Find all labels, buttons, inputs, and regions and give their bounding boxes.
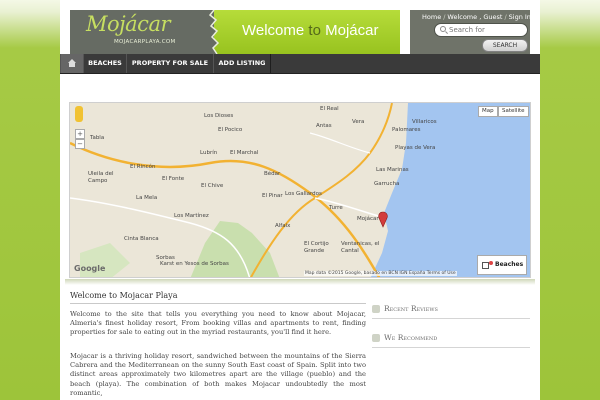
search-button[interactable]: SEARCH (482, 39, 528, 52)
map-place-los-dioses: Los Dioses (204, 113, 234, 119)
map-place-playas-de-vera: Playas de Vera (395, 145, 436, 151)
we-recommend-heading: We Recommend (372, 332, 530, 345)
map-place-villaricos: Villaricos (412, 119, 437, 125)
search-box[interactable] (434, 23, 528, 37)
sidebar-divider-2 (372, 347, 530, 348)
beaches-checkbox[interactable] (482, 262, 489, 269)
map-place-el-cortijo-grande: El Cortijo Grande (304, 241, 329, 254)
content-title: Welcome to Mojacar Playa (70, 291, 178, 300)
map-place-los-gallardos: Los Gallardos (285, 191, 322, 197)
map-place-cinta-blanca: Cinta Blanca (124, 236, 159, 242)
map-place-el-pinar: El Pinar (262, 193, 283, 199)
recommend-icon (372, 334, 380, 342)
zoom-in-button[interactable]: + (75, 129, 85, 139)
map-place-el-marchal: El Marchal (230, 150, 259, 156)
sidebar-divider (372, 318, 530, 319)
content-title-divider (70, 303, 366, 304)
map-place-antas: Antas (316, 123, 332, 129)
home-icon (68, 59, 76, 67)
user-panel: Home / Welcome , Guest / Sign In SEARCH (410, 10, 531, 54)
user-links: Home / Welcome , Guest / Sign In (422, 13, 531, 21)
map-place-ventanicas: Ventanicas, el Cantal (341, 241, 380, 254)
nav-item-property-for-sale[interactable]: PROPERTY FOR SALE (126, 54, 214, 73)
intro-paragraph: Welcome to the site that tells you every… (70, 310, 366, 337)
nav-item-add-listing[interactable]: ADD LISTING (213, 54, 271, 73)
beaches-legend[interactable]: Beaches (477, 255, 527, 275)
site-logo[interactable]: Mojácar MOJACARPLAYA.COM (70, 10, 215, 54)
map-place-el-rincon: El Rincón (130, 164, 156, 170)
home-link[interactable]: Home (422, 13, 441, 21)
map-attribution[interactable]: Map data ©2015 Google, basado en BCN IGN… (304, 271, 457, 276)
welcome-banner: Welcome to Mojácar (214, 10, 400, 54)
we-recommend-label: We Recommend (384, 333, 438, 342)
map-type-button[interactable]: Map (478, 106, 498, 117)
reviews-icon (372, 305, 380, 313)
torn-edge-decoration (205, 10, 220, 54)
recent-reviews-label: Recent Reviews (384, 304, 438, 313)
map-place-turre: Turre (329, 205, 343, 211)
nav-item-beaches[interactable]: BEACHES (83, 54, 127, 73)
map-place-el-real: El Real (320, 106, 339, 112)
map-place-los-martinez: Los Martínez (174, 213, 209, 219)
google-logo: Google (74, 264, 106, 273)
map-place-el-chive: El Chive (201, 183, 224, 189)
beaches-legend-label: Beaches (495, 261, 524, 268)
logo-text: Mojácar (86, 12, 171, 36)
map-place-palomares: Palomares (392, 127, 421, 133)
map-place-bedar: Bédar (264, 171, 281, 177)
map-place-karst-en-yesos: Karst en Yesos de Sorbas (160, 261, 229, 267)
map-place-vera: Vera (352, 119, 365, 125)
welcome-to: to (308, 22, 321, 39)
home-nav-button[interactable] (60, 54, 84, 73)
satellite-type-button[interactable]: Satellite (498, 106, 529, 117)
second-paragraph: Mojacar is a thriving holiday resort, sa… (70, 352, 366, 397)
search-input[interactable] (449, 24, 523, 36)
map-shadow-divider (65, 279, 535, 285)
map-place-la-mela: La Mela (136, 195, 158, 201)
map-widget[interactable]: El Real Vera Los Dioses Antas Villaricos… (69, 102, 531, 278)
logo-subtitle: MOJACARPLAYA.COM (114, 39, 176, 45)
map-place-uleila-del-campo: Uleila del Campo (88, 171, 114, 184)
zoom-out-button[interactable]: − (75, 139, 85, 149)
map-place-el-pocico: El Pocico (218, 127, 243, 133)
map-place-lubrin: Lubrín (200, 150, 218, 156)
map-place-mojacar: Mojácar (357, 216, 379, 222)
map-place-alfaix: Alfaix (275, 223, 291, 229)
welcome-suffix: Mojácar (320, 22, 379, 39)
map-place-el-fonte: El Fonte (162, 176, 185, 182)
search-icon (440, 26, 446, 32)
sign-in-link[interactable]: Sign In (509, 13, 531, 21)
main-nav: BEACHES PROPERTY FOR SALE ADD LISTING (60, 54, 540, 74)
beach-pin-icon (489, 261, 493, 265)
street-view-pegman-icon[interactable] (75, 106, 83, 122)
welcome-text: Welcome to Mojácar (242, 22, 378, 39)
welcome-guest-text: Welcome , Guest (447, 13, 503, 21)
map-place-las-marinas: Las Marinas (376, 167, 409, 173)
welcome-prefix: Welcome (242, 22, 309, 39)
map-place-tabla: Tabla (90, 135, 105, 141)
map-place-garrucha: Garrucha (374, 181, 400, 187)
recent-reviews-heading: Recent Reviews (372, 303, 530, 316)
